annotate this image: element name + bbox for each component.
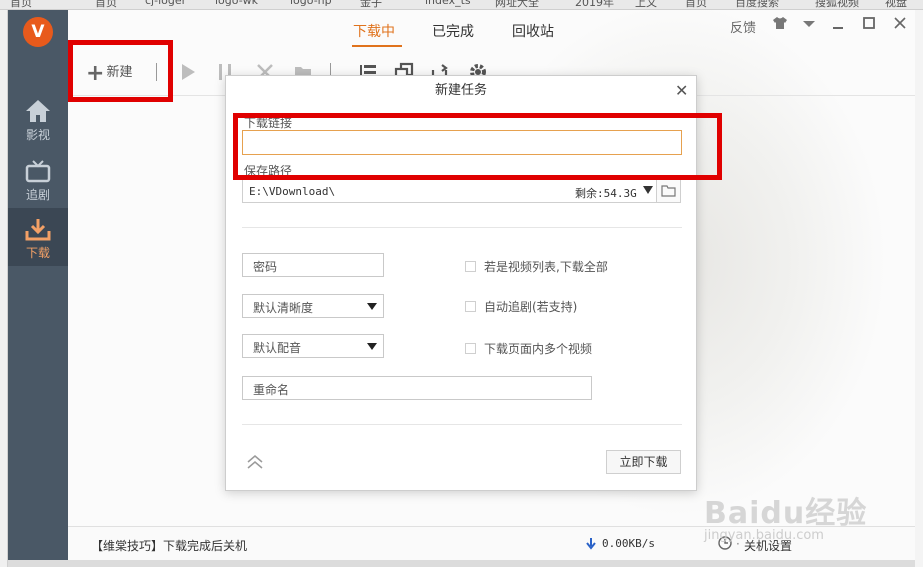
maximize-icon[interactable] — [863, 17, 875, 29]
download-link-label: 下载链接 — [244, 116, 293, 130]
save-path-value: E:\VDownload\ — [249, 185, 336, 198]
auto-follow-series-checkbox[interactable]: 自动追剧(若支持) — [465, 298, 577, 315]
bookmark-item[interactable]: 百度搜索 — [735, 0, 779, 9]
bookmark-item[interactable]: 2019年 — [575, 0, 614, 9]
rename-field[interactable]: 重命名 — [242, 376, 592, 400]
checkbox-label: 若是视频列表,下载全部 — [484, 260, 608, 274]
new-task-label: 新建 — [106, 65, 133, 80]
save-path-select[interactable]: E:\VDownload\ 剩余:54.3G — [242, 179, 657, 203]
download-speed: 0.00KB/s — [602, 537, 655, 550]
new-task-button[interactable]: + 新建 — [86, 61, 132, 86]
watermark-main: Baidu经验 — [704, 496, 868, 531]
chevron-down-icon — [643, 186, 653, 194]
background-window-edge — [0, 10, 8, 567]
sidebar-item-movies[interactable]: 影视 — [8, 90, 68, 148]
download-speed-icon — [586, 538, 596, 550]
browser-bookmark-bar: 首页 首页 cj-loger logo-wk logo-hp 金子 index_… — [0, 0, 923, 10]
download-icon — [25, 219, 51, 241]
sidebar-item-label: 下载 — [25, 246, 50, 260]
toolbar-divider — [156, 63, 157, 81]
background-window-edge — [915, 10, 923, 567]
play-icon[interactable] — [178, 62, 198, 82]
bookmark-item[interactable]: 视盘 — [885, 0, 907, 9]
bookmark-item[interactable]: index_ts — [425, 0, 471, 7]
baidu-watermark: Baidu经验 jingyan.baidu.com — [704, 488, 867, 543]
password-placeholder: 密码 — [253, 260, 278, 274]
feedback-button[interactable]: 反馈 — [730, 17, 756, 36]
save-path-label: 保存路径 — [244, 164, 293, 178]
collapse-options-icon[interactable] — [246, 454, 264, 470]
browse-folder-button[interactable] — [656, 179, 681, 203]
bookmark-item[interactable]: cj-loger — [145, 0, 186, 7]
dialog-close-icon[interactable]: ✕ — [675, 81, 688, 100]
folder-icon — [661, 185, 676, 197]
plus-icon: + — [86, 61, 105, 86]
bookmark-item[interactable]: logo-wk — [215, 0, 258, 7]
active-tab-indicator — [352, 45, 402, 47]
bookmark-item[interactable]: 金子 — [360, 0, 382, 9]
multiple-videos-checkbox[interactable]: 下载页面内多个视频 — [465, 340, 592, 357]
tab-recycle-bin[interactable]: 回收站 — [512, 21, 554, 41]
sidebar-item-download[interactable]: 下载 — [8, 208, 68, 266]
top-bar: 下载中 已完成 回收站 反馈 — [68, 10, 915, 48]
rename-placeholder: 重命名 — [253, 383, 290, 397]
checkbox-box — [465, 261, 476, 272]
quality-selected-value: 默认清晰度 — [253, 301, 314, 315]
bookmark-item[interactable]: 网址大全 — [495, 0, 539, 9]
close-icon[interactable] — [894, 17, 906, 29]
bookmark-item[interactable]: logo-hp — [290, 0, 332, 7]
new-task-dialog: 新建任务 ✕ 下载链接 保存路径 E:\VDownload\ 剩余:54.3G … — [225, 75, 697, 491]
bookmark-item[interactable]: 搜狐视频 — [815, 0, 859, 9]
skin-icon[interactable] — [772, 16, 788, 30]
checkbox-box — [465, 343, 476, 354]
remaining-space: 剩余:54.3G — [575, 187, 637, 200]
bookmark-item[interactable]: 首页 — [10, 0, 32, 9]
tip-text[interactable]: 【维棠技巧】下载完成后关机 — [91, 537, 247, 554]
dropdown-icon[interactable] — [802, 20, 816, 28]
chevron-down-icon — [367, 343, 377, 350]
dialog-title: 新建任务 — [434, 83, 487, 98]
audio-selected-value: 默认配音 — [253, 341, 302, 355]
sidebar-item-series[interactable]: 追剧 — [8, 150, 68, 208]
sidebar-item-label: 追剧 — [25, 188, 50, 202]
section-divider — [242, 227, 682, 228]
tab-downloading[interactable]: 下载中 — [353, 21, 395, 41]
checkbox-label: 下载页面内多个视频 — [484, 342, 593, 356]
app-logo: V — [23, 17, 53, 47]
sidebar: V 影视 追剧 下载 — [8, 10, 68, 560]
password-field[interactable]: 密码 — [242, 253, 384, 277]
audio-select[interactable]: 默认配音 — [242, 334, 384, 358]
minimize-icon[interactable] — [832, 18, 844, 30]
sidebar-item-label: 影视 — [25, 128, 50, 142]
tab-completed[interactable]: 已完成 — [432, 21, 474, 41]
checkbox-box — [465, 301, 476, 312]
section-divider — [242, 424, 682, 425]
checkbox-label: 自动追剧(若支持) — [484, 300, 578, 314]
download-link-input[interactable] — [242, 130, 682, 155]
tv-icon — [25, 160, 51, 183]
quality-select[interactable]: 默认清晰度 — [242, 294, 384, 318]
download-all-list-checkbox[interactable]: 若是视频列表,下载全部 — [465, 258, 608, 275]
bookmark-item[interactable]: 首页 — [685, 0, 707, 9]
download-now-button[interactable]: 立即下载 — [606, 450, 681, 474]
home-icon — [26, 100, 50, 122]
chevron-down-icon — [367, 303, 377, 310]
bookmark-item[interactable]: 上文 — [635, 0, 657, 9]
bookmark-item[interactable]: 首页 — [95, 0, 117, 9]
